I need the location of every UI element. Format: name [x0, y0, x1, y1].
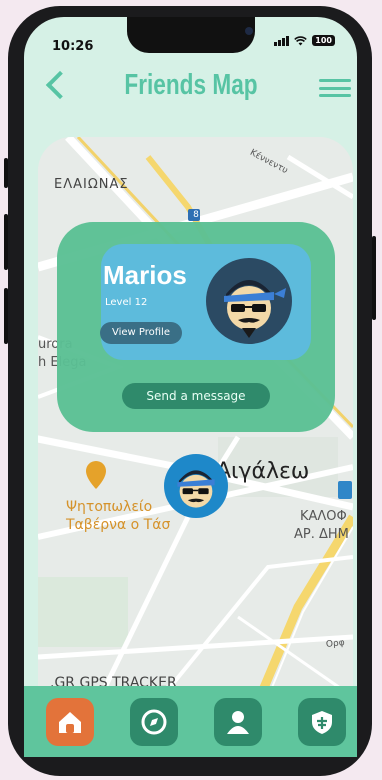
map-label-ar-dim: ΑΡ. ΔΗΜ [294, 527, 349, 542]
menu-icon[interactable] [319, 79, 351, 97]
tab-home[interactable] [46, 698, 94, 746]
volume-up-button [4, 214, 8, 270]
compass-icon [141, 709, 167, 735]
status-time: 10:26 [52, 39, 94, 54]
avatar-icon [224, 280, 286, 338]
volume-down-button [4, 288, 8, 344]
map-route-badge: 8 [193, 210, 199, 220]
notch [127, 17, 255, 53]
shield-icon [312, 711, 332, 734]
tab-security[interactable] [298, 698, 346, 746]
map-label-kalof: ΚΑΛΟΦ [300, 509, 347, 524]
home-icon [59, 712, 81, 733]
map-label-restaurant-line1: Ψητοπωλείο [66, 499, 153, 515]
mute-switch [4, 158, 8, 188]
map-label-restaurant-line2: Ταβέρνα ο Τάσ [66, 517, 171, 533]
map-label-orf: Ορφ [325, 638, 346, 650]
profile-icon [227, 711, 249, 734]
map-label-aigaleo: Αιγάλεω [216, 459, 310, 484]
map-label-elaionas: ΕΛΑΙΩΝΑΣ [54, 177, 129, 192]
camera-icon [245, 27, 253, 35]
view-profile-button[interactable]: View Profile [100, 322, 182, 344]
back-button[interactable] [45, 70, 75, 100]
marker-avatar-icon [177, 470, 215, 508]
status-icons: 100 [274, 35, 335, 46]
signal-icon [274, 35, 290, 46]
tab-profile[interactable] [214, 698, 262, 746]
power-button [372, 236, 376, 320]
wifi-icon [294, 35, 308, 45]
friend-name: Marios [103, 260, 187, 290]
friend-avatar[interactable] [206, 258, 292, 344]
friend-level: Level 12 [105, 297, 148, 308]
send-message-button[interactable]: Send a message [122, 383, 270, 409]
page-title: Friends Map [124, 69, 258, 101]
battery-icon: 100 [312, 35, 335, 46]
tab-explore[interactable] [130, 698, 178, 746]
friend-map-marker[interactable] [164, 454, 228, 518]
